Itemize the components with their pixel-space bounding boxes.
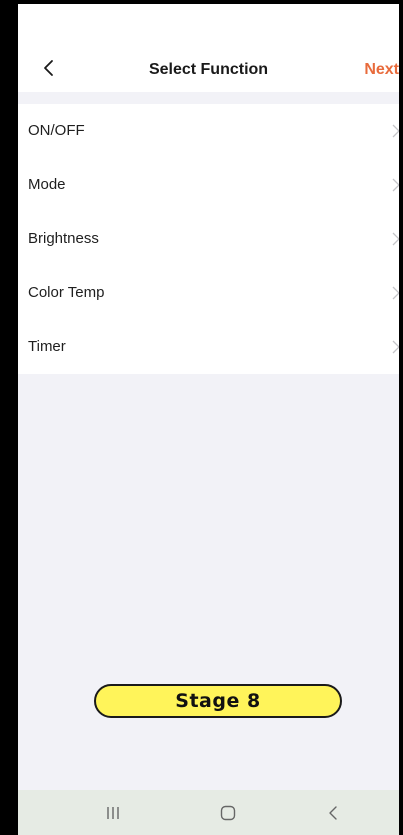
function-item-mode[interactable]: Mode <box>18 158 399 212</box>
function-item-brightness[interactable]: Brightness <box>18 212 399 266</box>
function-item-color-temp[interactable]: Color Temp <box>18 266 399 320</box>
home-icon <box>220 805 236 820</box>
header-divider-gap <box>18 92 399 104</box>
system-nav-bar <box>18 790 399 835</box>
function-item-timer[interactable]: Timer <box>18 320 399 374</box>
recent-apps-button[interactable] <box>83 790 143 835</box>
function-item-label: Mode <box>28 176 66 193</box>
next-button[interactable]: Next <box>364 60 399 80</box>
back-icon <box>329 805 337 820</box>
page-title: Select Function <box>148 61 269 78</box>
home-button[interactable] <box>198 790 258 835</box>
chevron-left-icon <box>44 60 53 76</box>
chevron-right-icon <box>391 178 399 192</box>
system-back-button[interactable] <box>303 790 363 835</box>
stage-badge-label: Stage 8 <box>175 690 261 712</box>
phone-screen: Select Function Next ON/OFF Mode Brightn… <box>18 4 399 835</box>
function-item-label: ON/OFF <box>28 122 85 139</box>
app-frame: Select Function Next ON/OFF Mode Brightn… <box>0 0 403 835</box>
chevron-right-icon <box>391 232 399 246</box>
function-list: ON/OFF Mode Brightness Color Temp Timer <box>18 104 399 374</box>
back-button[interactable] <box>38 56 60 80</box>
frame-border-left <box>0 0 18 835</box>
stage-badge: Stage 8 <box>94 684 342 718</box>
function-item-label: Brightness <box>28 230 99 247</box>
function-item-label: Timer <box>28 338 66 355</box>
header-bar: Select Function Next <box>18 4 399 92</box>
chevron-right-icon <box>391 286 399 300</box>
frame-border-right <box>399 0 403 835</box>
recent-apps-icon <box>107 806 119 819</box>
chevron-right-icon <box>391 124 399 138</box>
function-item-label: Color Temp <box>28 284 105 301</box>
function-item-on-off[interactable]: ON/OFF <box>18 104 399 158</box>
chevron-right-icon <box>391 340 399 354</box>
